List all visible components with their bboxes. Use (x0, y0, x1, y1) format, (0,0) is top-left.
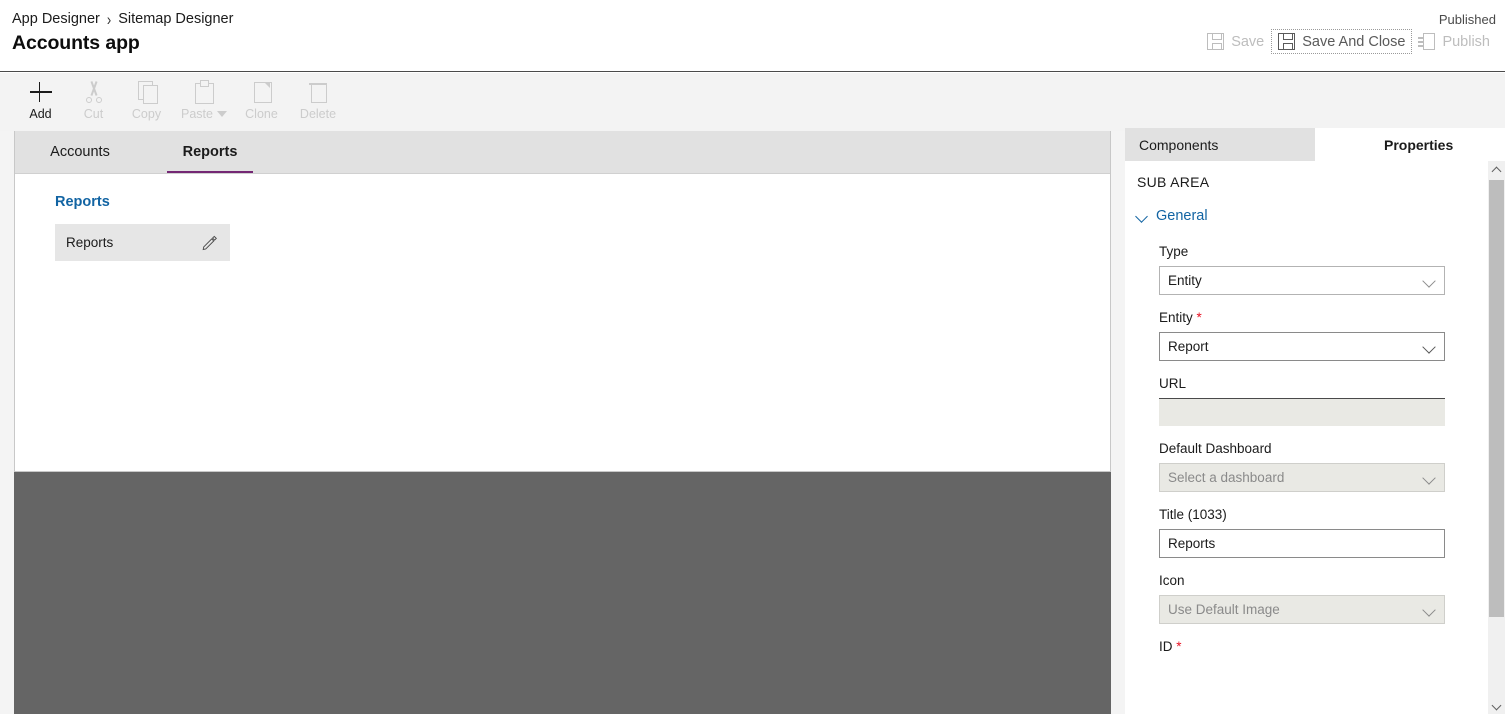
copy-icon (134, 79, 160, 105)
default-dashboard-value: Select a dashboard (1168, 470, 1285, 485)
entity-dropdown-value: Report (1168, 339, 1209, 354)
save-button-label: Save (1231, 33, 1265, 50)
chevron-down-icon (1493, 702, 1501, 710)
plus-icon (28, 79, 54, 105)
clipboard-icon (191, 79, 217, 105)
field-title: Title (1033) Reports (1159, 507, 1445, 558)
toolbar-button-add[interactable]: Add (14, 73, 67, 121)
toolbar-button-clone-label: Clone (245, 107, 278, 121)
section-general[interactable]: General (1137, 208, 1505, 224)
save-floppy-icon (1207, 33, 1225, 50)
icon-dropdown-value: Use Default Image (1168, 602, 1280, 617)
chevron-down-icon (1424, 276, 1435, 287)
field-type-label: Type (1159, 244, 1189, 259)
subarea-card-label: Reports (66, 235, 114, 250)
field-default-dashboard: Default Dashboard Select a dashboard (1159, 441, 1445, 492)
save-and-close-button[interactable]: Save And Close (1271, 29, 1413, 54)
chevron-down-icon (1424, 605, 1435, 616)
page-title: Accounts app (12, 32, 140, 54)
save-and-close-button-label: Save And Close (1302, 33, 1406, 50)
sitemap-design-stage: Accounts Reports Reports Reports (0, 131, 1125, 714)
toolbar-button-cut-label: Cut (83, 107, 104, 121)
publish-page-icon (1418, 33, 1436, 50)
canvas-tab-accounts-label: Accounts (50, 144, 110, 160)
breadcrumb-separator-icon: › (106, 9, 112, 29)
panel-heading: SUB AREA (1137, 174, 1210, 190)
field-title-label: Title (1033) (1159, 507, 1227, 522)
scroll-up-button[interactable] (1488, 161, 1505, 178)
required-marker: * (1196, 310, 1202, 325)
chevron-up-icon (1493, 166, 1501, 174)
group-title: Reports (55, 194, 110, 210)
scrollbar-thumb[interactable] (1489, 180, 1504, 617)
panel-tabs: Components Properties (1125, 128, 1505, 161)
required-marker: * (1176, 639, 1182, 654)
toolbar-button-paste-label: Paste (181, 107, 213, 121)
scroll-down-button[interactable] (1488, 697, 1505, 714)
app-header: App Designer › Sitemap Designer Accounts… (0, 0, 1505, 72)
url-input[interactable] (1159, 398, 1445, 426)
field-type: Type Entity (1159, 244, 1445, 295)
save-button[interactable]: Save (1200, 29, 1271, 54)
tab-components-label: Components (1139, 136, 1219, 153)
chevron-down-icon[interactable] (216, 111, 227, 117)
canvas-tab-accounts[interactable]: Accounts (15, 131, 145, 173)
field-id: ID * (1159, 639, 1445, 654)
field-entity-label: Entity * (1159, 310, 1202, 325)
scissors-icon (81, 79, 107, 105)
breadcrumb-item-sitemap-designer[interactable]: Sitemap Designer (118, 11, 233, 27)
command-toolbar: Add Cut Copy Paste Clone Delete (0, 73, 1505, 131)
toolbar-button-copy-label: Copy (131, 107, 162, 121)
breadcrumb-item-app-designer[interactable]: App Designer (12, 11, 100, 27)
panel-scrollbar[interactable] (1488, 161, 1505, 714)
clone-page-icon (249, 79, 275, 105)
field-default-dashboard-label: Default Dashboard (1159, 441, 1272, 456)
toolbar-button-clone[interactable]: Clone (235, 73, 288, 121)
tab-properties[interactable]: Properties (1315, 128, 1505, 161)
publish-status-label: Published (1438, 12, 1496, 27)
toolbar-button-paste[interactable]: Paste (173, 73, 235, 121)
default-dashboard-dropdown[interactable]: Select a dashboard (1159, 463, 1445, 492)
chevron-down-icon (1424, 342, 1435, 353)
tab-components[interactable]: Components (1125, 128, 1315, 161)
toolbar-button-delete-label: Delete (299, 107, 337, 121)
entity-dropdown[interactable]: Report (1159, 332, 1445, 361)
field-url-label: URL (1159, 376, 1187, 391)
type-dropdown[interactable]: Entity (1159, 266, 1445, 295)
pencil-icon[interactable] (201, 234, 218, 251)
title-input-value: Reports (1168, 536, 1216, 551)
field-entity: Entity * Report (1159, 310, 1445, 361)
toolbar-button-add-label: Add (29, 107, 52, 121)
field-icon-label: Icon (1159, 573, 1185, 588)
field-url: URL (1159, 376, 1445, 426)
toolbar-button-cut[interactable]: Cut (67, 73, 120, 121)
breadcrumb: App Designer › Sitemap Designer (12, 9, 233, 29)
modal-dim-overlay (14, 472, 1111, 714)
subarea-card-reports[interactable]: Reports (55, 224, 230, 261)
section-general-label: General (1156, 208, 1208, 224)
field-icon: Icon Use Default Image (1159, 573, 1445, 624)
chevron-down-icon (1137, 211, 1148, 222)
canvas-area-tabs: Accounts Reports (15, 131, 1110, 174)
chevron-down-icon (1424, 473, 1435, 484)
sitemap-canvas: Accounts Reports Reports Reports (14, 131, 1111, 472)
save-and-close-icon (1278, 33, 1296, 50)
properties-panel: Components Properties SUB AREA General T… (1125, 128, 1505, 714)
publish-button-label: Publish (1442, 33, 1490, 50)
publish-button[interactable]: Publish (1412, 29, 1497, 54)
tab-properties-label: Properties (1384, 136, 1454, 153)
canvas-tab-reports-label: Reports (182, 144, 238, 160)
panel-body: SUB AREA General Type Entity Entity * Re… (1125, 161, 1505, 714)
type-dropdown-value: Entity (1168, 273, 1202, 288)
title-input[interactable]: Reports (1159, 529, 1445, 558)
header-actions: Save Save And Close Publish (1200, 29, 1497, 54)
canvas-tab-reports[interactable]: Reports (145, 131, 275, 173)
toolbar-button-copy[interactable]: Copy (120, 73, 173, 121)
canvas-content: Reports Reports (15, 174, 1110, 261)
icon-dropdown[interactable]: Use Default Image (1159, 595, 1445, 624)
trash-icon (305, 79, 331, 105)
toolbar-button-delete[interactable]: Delete (288, 73, 348, 121)
field-id-label: ID * (1159, 639, 1182, 654)
